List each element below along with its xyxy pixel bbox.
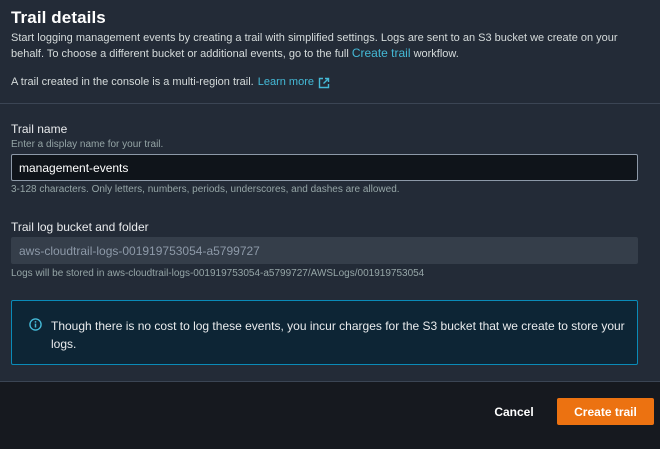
- trail-details-header: Trail details Start logging management e…: [0, 0, 660, 104]
- bucket-label: Trail log bucket and folder: [11, 220, 149, 234]
- trail-name-input[interactable]: [11, 154, 638, 181]
- bucket-input: [11, 237, 638, 264]
- create-trail-page: Trail details Start logging management e…: [0, 0, 660, 449]
- multi-region-text: A trail created in the console is a mult…: [11, 76, 254, 88]
- trail-name-label: Trail name: [11, 122, 68, 136]
- trail-details-panel: Trail details Start logging management e…: [0, 0, 660, 382]
- trail-name-hint: Enter a display name for your trail.: [11, 139, 164, 150]
- external-link-icon: [318, 77, 330, 88]
- learn-more-label: Learn more: [257, 76, 314, 88]
- multi-region-note: A trail created in the console is a mult…: [11, 75, 651, 90]
- trail-name-constraint: 3-128 characters. Only letters, numbers,…: [11, 184, 400, 195]
- description-text: Start logging management events by creat…: [11, 32, 618, 60]
- description-text-end: workflow.: [410, 48, 459, 60]
- section-description: Start logging management events by creat…: [11, 31, 651, 62]
- info-text: Though there is no cost to log these eve…: [51, 319, 625, 351]
- bucket-hint: Logs will be stored in aws-cloudtrail-lo…: [11, 268, 425, 279]
- cost-info-alert: Though there is no cost to log these eve…: [11, 300, 638, 365]
- create-trail-link[interactable]: Create trail: [352, 46, 411, 60]
- learn-more-link[interactable]: Learn more: [258, 75, 330, 90]
- info-icon: [29, 318, 42, 331]
- create-trail-button[interactable]: Create trail: [557, 398, 654, 425]
- section-title: Trail details: [11, 8, 106, 27]
- cancel-button[interactable]: Cancel: [482, 398, 546, 425]
